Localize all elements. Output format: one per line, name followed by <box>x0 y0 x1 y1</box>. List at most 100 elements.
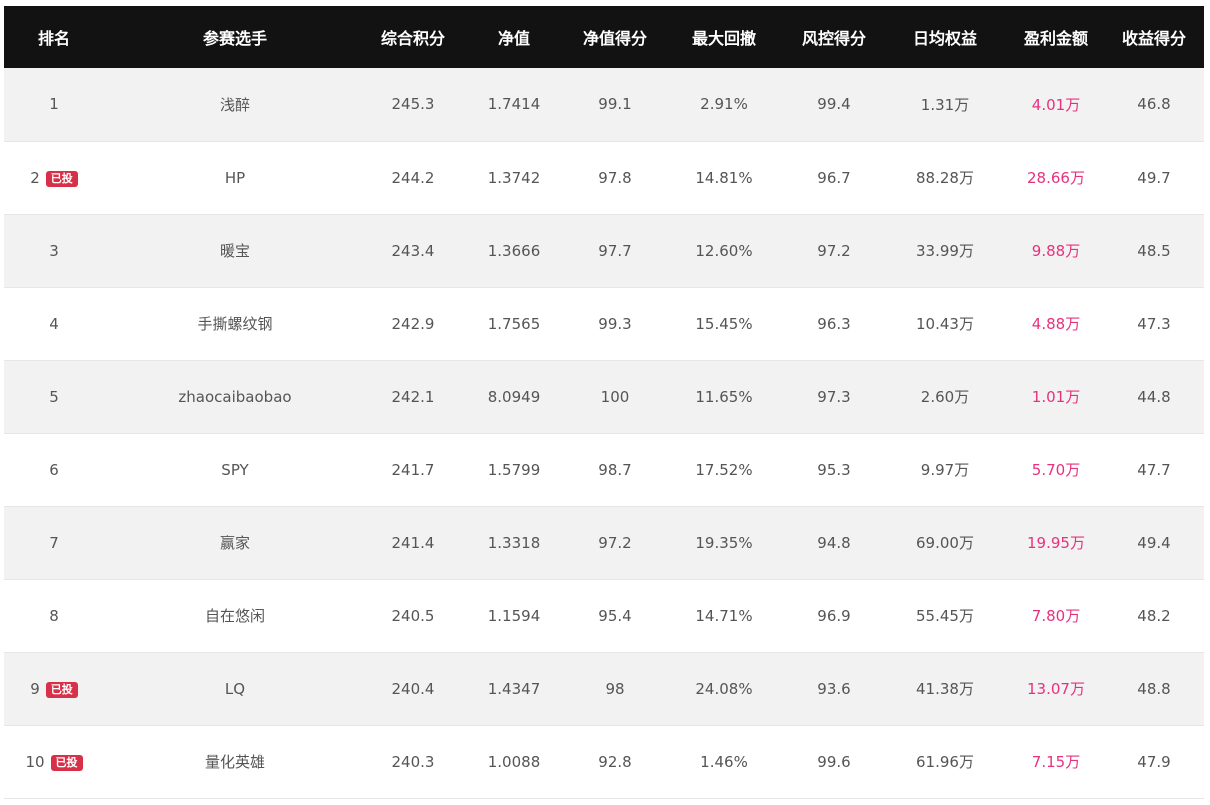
header-daily-equity[interactable]: 日均权益 <box>882 6 1008 68</box>
nav-score-cell: 99.3 <box>568 287 662 361</box>
rank-number: 2 <box>30 168 40 187</box>
table-row[interactable]: 2 已投 HP 244.2 1.3742 97.8 14.81% 96.7 88.28万 28.6… <box>4 141 1204 215</box>
nav-score-cell: 100 <box>568 360 662 434</box>
nav-score-cell: 95.4 <box>568 579 662 653</box>
nav-cell: 1.3318 <box>460 506 568 580</box>
table-row[interactable]: 9 已投 LQ 240.4 1.4347 98 24.08% 93.6 41.38万 13.07万… <box>4 652 1204 726</box>
player-cell[interactable]: 浅醉 <box>104 68 366 142</box>
max-drawdown-cell: 15.45% <box>662 287 786 361</box>
player-cell[interactable]: LQ <box>104 652 366 726</box>
table-row[interactable]: 4 手撕螺纹钢 242.9 1.7565 99.3 15.45% 96.3 10.43万 4.8… <box>4 287 1204 361</box>
max-drawdown-cell: 19.35% <box>662 506 786 580</box>
max-drawdown-cell: 17.52% <box>662 433 786 507</box>
return-score-cell: 49.4 <box>1104 506 1204 580</box>
table-row[interactable]: 7 赢家 241.4 1.3318 97.2 19.35% 94.8 69.00万 19.95万… <box>4 506 1204 580</box>
nav-cell: 1.4347 <box>460 652 568 726</box>
player-cell[interactable]: 量化英雄 <box>104 725 366 799</box>
return-score-cell: 48.5 <box>1104 214 1204 288</box>
score-cell: 242.9 <box>366 287 460 361</box>
header-score[interactable]: 综合积分 <box>366 6 460 68</box>
rank-cell: 2 已投 <box>4 141 104 215</box>
table-row[interactable]: 6 SPY 241.7 1.5799 98.7 17.52% 95.3 9.97万 5.70万 4… <box>4 433 1204 507</box>
score-cell: 241.7 <box>366 433 460 507</box>
daily-equity-cell: 41.38万 <box>882 652 1008 726</box>
risk-score-cell: 94.8 <box>786 506 882 580</box>
daily-equity-cell: 33.99万 <box>882 214 1008 288</box>
return-score-cell: 47.9 <box>1104 725 1204 799</box>
table-row[interactable]: 8 自在悠闲 240.5 1.1594 95.4 14.71% 96.9 55.45万 7.80… <box>4 579 1204 653</box>
score-cell: 245.3 <box>366 68 460 142</box>
table-row[interactable]: 10 已投 量化英雄 240.3 1.0088 92.8 1.46% 99.6 61.96万 7.… <box>4 725 1204 799</box>
profit-cell: 4.88万 <box>1008 287 1104 361</box>
table-row[interactable]: 3 暖宝 243.4 1.3666 97.7 12.60% 97.2 33.99万 9.88万 4… <box>4 214 1204 288</box>
nav-cell: 1.5799 <box>460 433 568 507</box>
max-drawdown-cell: 14.81% <box>662 141 786 215</box>
profit-cell: 5.70万 <box>1008 433 1104 507</box>
player-cell[interactable]: SPY <box>104 433 366 507</box>
header-rank[interactable]: 排名 <box>4 6 104 68</box>
profit-cell: 9.88万 <box>1008 214 1104 288</box>
max-drawdown-cell: 12.60% <box>662 214 786 288</box>
risk-score-cell: 97.3 <box>786 360 882 434</box>
score-cell: 243.4 <box>366 214 460 288</box>
rank-number: 6 <box>49 460 59 479</box>
rank-cell: 10 已投 <box>4 725 104 799</box>
player-cell[interactable]: 赢家 <box>104 506 366 580</box>
header-return-score[interactable]: 收益得分 <box>1104 6 1204 68</box>
nav-score-cell: 98 <box>568 652 662 726</box>
rank-cell: 5 <box>4 360 104 434</box>
score-cell: 242.1 <box>366 360 460 434</box>
risk-score-cell: 96.7 <box>786 141 882 215</box>
score-cell: 240.3 <box>366 725 460 799</box>
header-player[interactable]: 参赛选手 <box>104 6 366 68</box>
rank-cell: 4 <box>4 287 104 361</box>
profit-cell: 7.15万 <box>1008 725 1104 799</box>
return-score-cell: 49.7 <box>1104 141 1204 215</box>
daily-equity-cell: 55.45万 <box>882 579 1008 653</box>
header-risk-score[interactable]: 风控得分 <box>786 6 882 68</box>
rank-cell: 3 <box>4 214 104 288</box>
rank-number: 4 <box>49 314 59 333</box>
max-drawdown-cell: 11.65% <box>662 360 786 434</box>
rank-number: 10 <box>25 752 45 771</box>
score-cell: 241.4 <box>366 506 460 580</box>
risk-score-cell: 99.6 <box>786 725 882 799</box>
player-cell[interactable]: zhaocaibaobao <box>104 360 366 434</box>
daily-equity-cell: 69.00万 <box>882 506 1008 580</box>
table-row[interactable]: 1 浅醉 245.3 1.7414 99.1 2.91% 99.4 1.31万 4.01万 46.… <box>4 68 1204 142</box>
player-cell[interactable]: 手撕螺纹钢 <box>104 287 366 361</box>
nav-score-cell: 92.8 <box>568 725 662 799</box>
max-drawdown-cell: 2.91% <box>662 68 786 142</box>
header-nav[interactable]: 净值 <box>460 6 568 68</box>
player-cell[interactable]: HP <box>104 141 366 215</box>
risk-score-cell: 99.4 <box>786 68 882 142</box>
score-cell: 240.4 <box>366 652 460 726</box>
player-cell[interactable]: 暖宝 <box>104 214 366 288</box>
nav-score-cell: 97.2 <box>568 506 662 580</box>
header-profit[interactable]: 盈利金额 <box>1008 6 1104 68</box>
nav-cell: 1.1594 <box>460 579 568 653</box>
ranking-table-container: 排名 参赛选手 综合积分 净值 净值得分 最大回撤 风控得分 日均权益 盈利金额… <box>4 6 1204 799</box>
daily-equity-cell: 88.28万 <box>882 141 1008 215</box>
player-cell[interactable]: 自在悠闲 <box>104 579 366 653</box>
max-drawdown-cell: 1.46% <box>662 725 786 799</box>
table-body: 1 浅醉 245.3 1.7414 99.1 2.91% 99.4 1.31万 4.01万 46.… <box>4 68 1204 799</box>
rank-cell: 6 <box>4 433 104 507</box>
max-drawdown-cell: 24.08% <box>662 652 786 726</box>
rank-cell: 9 已投 <box>4 652 104 726</box>
nav-cell: 1.7414 <box>460 68 568 142</box>
risk-score-cell: 97.2 <box>786 214 882 288</box>
risk-score-cell: 93.6 <box>786 652 882 726</box>
profit-cell: 13.07万 <box>1008 652 1104 726</box>
risk-score-cell: 95.3 <box>786 433 882 507</box>
header-nav-score[interactable]: 净值得分 <box>568 6 662 68</box>
header-max-drawdown[interactable]: 最大回撤 <box>662 6 786 68</box>
rank-number: 9 <box>30 679 40 698</box>
nav-cell: 1.3666 <box>460 214 568 288</box>
daily-equity-cell: 10.43万 <box>882 287 1008 361</box>
daily-equity-cell: 1.31万 <box>882 68 1008 142</box>
table-row[interactable]: 5 zhaocaibaobao 242.1 8.0949 100 11.65% 97.3 2.… <box>4 360 1204 434</box>
ranking-table: 排名 参赛选手 综合积分 净值 净值得分 最大回撤 风控得分 日均权益 盈利金额… <box>4 6 1204 799</box>
nav-score-cell: 98.7 <box>568 433 662 507</box>
header-row: 排名 参赛选手 综合积分 净值 净值得分 最大回撤 风控得分 日均权益 盈利金额… <box>4 6 1204 68</box>
